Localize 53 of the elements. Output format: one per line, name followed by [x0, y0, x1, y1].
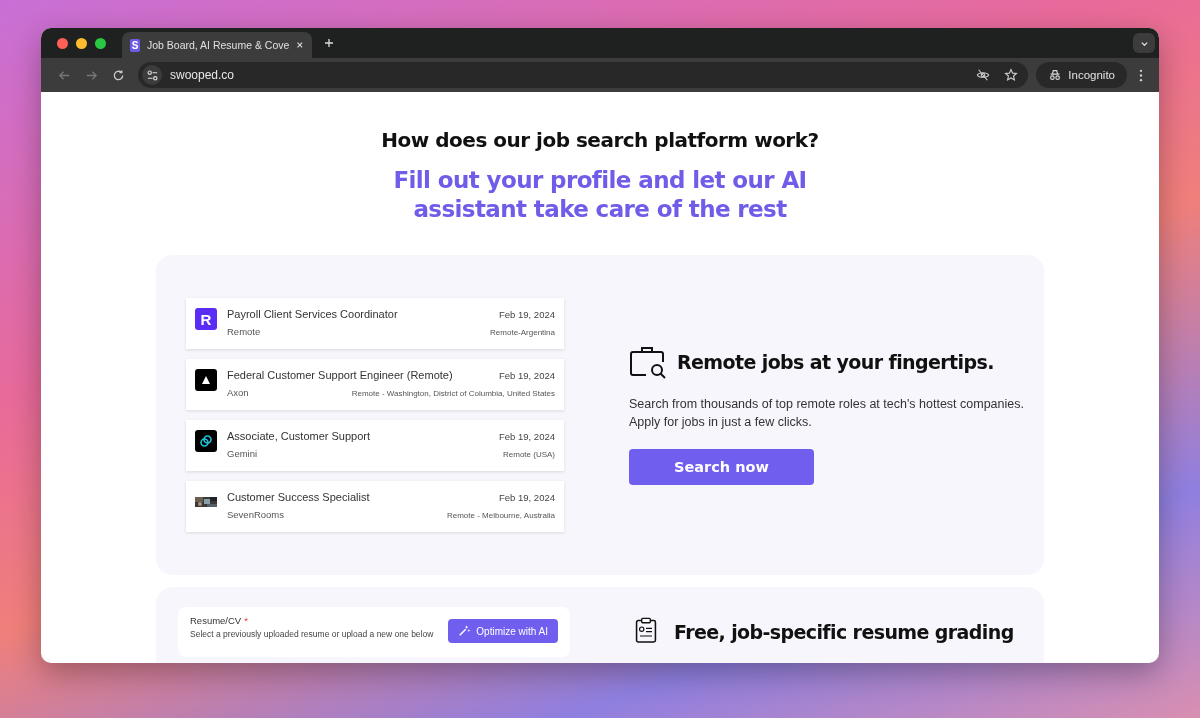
magic-wand-icon: [458, 625, 471, 637]
required-mark: *: [244, 615, 248, 626]
address-bar[interactable]: swooped.co: [138, 62, 1029, 88]
job-location: Remote (USA): [503, 450, 555, 459]
rings-logo-icon: [195, 430, 217, 452]
url-text: swooped.co: [170, 68, 235, 82]
company-name: SevenRooms: [227, 509, 285, 520]
favicon: S: [130, 38, 140, 52]
close-window-icon[interactable]: [57, 37, 68, 49]
eye-off-icon[interactable]: [976, 68, 991, 82]
site-settings-icon[interactable]: [145, 68, 159, 82]
reload-icon[interactable]: [112, 68, 125, 82]
minimize-window-icon[interactable]: [76, 37, 87, 49]
feature-description: Search from thousands of top remote roles at tech's hottest companies. Apply for jobs in just a few clicks.: [629, 396, 1025, 431]
field-label: Resume/CV: [190, 615, 242, 626]
new-tab-icon[interactable]: [324, 38, 334, 48]
incognito-button[interactable]: Incognito: [1036, 62, 1127, 88]
job-title: Associate, Customer Support: [227, 430, 371, 442]
optimize-button[interactable]: Optimize with AI: [448, 619, 558, 643]
company-name: Remote: [227, 326, 261, 337]
field-hint: Select a previously uploaded resume or upload a new one below: [190, 629, 435, 639]
job-date: Feb 19, 2024: [499, 309, 555, 320]
feature-title: Remote jobs at your fingertips.: [677, 351, 994, 373]
triangle-logo-icon: [195, 369, 217, 391]
tab-list-button[interactable]: [1133, 33, 1155, 53]
job-card[interactable]: R Payroll Client Services Coordinator Feb 19, 2024 Remote Remote-Argentina: [186, 298, 564, 349]
star-icon[interactable]: [1004, 68, 1019, 82]
clipboard-icon: [634, 617, 658, 643]
maximize-window-icon[interactable]: [95, 37, 106, 49]
job-date: Feb 19, 2024: [499, 431, 555, 442]
company-name: Axon: [227, 387, 249, 398]
browser-tab[interactable]: S Job Board, AI Resume & Cove: [122, 32, 312, 58]
company-logo: R: [195, 308, 217, 330]
menu-icon[interactable]: [1139, 68, 1143, 82]
section-heading: How does our job search platform work?: [381, 128, 819, 152]
incognito-icon: [1048, 68, 1063, 82]
company-name: Gemini: [227, 448, 258, 459]
search-now-button[interactable]: Search now: [629, 449, 814, 485]
job-location: Remote - Melbourne, Australia: [446, 511, 555, 520]
briefcase-search-icon: [629, 345, 667, 379]
job-title: Customer Success Specialist: [227, 491, 370, 503]
section-subheading: Fill out your profile and let our AI assistant take care of the rest: [392, 166, 808, 224]
job-location: Remote - Washington, District of Columbia, United States: [351, 389, 555, 398]
job-title: Federal Customer Support Engineer (Remote): [227, 369, 453, 381]
job-card[interactable]: Federal Customer Support Engineer (Remote) Feb 19, 2024 Axon Remote - Washington, District of Columbia, United States: [186, 359, 564, 410]
job-location: Remote-Argentina: [490, 328, 555, 337]
job-card[interactable]: Associate, Customer Support Feb 19, 2024 Gemini Remote (USA): [186, 420, 564, 471]
job-date: Feb 19, 2024: [499, 370, 555, 381]
close-icon[interactable]: [296, 40, 304, 50]
feature-title: Free, job-specific resume grading: [674, 621, 1014, 643]
job-card[interactable]: Customer Success Specialist Feb 19, 2024 SevenRooms Remote - Melbourne, Australia: [186, 481, 564, 532]
job-date: Feb 19, 2024: [499, 492, 555, 503]
job-title: Payroll Client Services Coordinator: [227, 308, 398, 320]
